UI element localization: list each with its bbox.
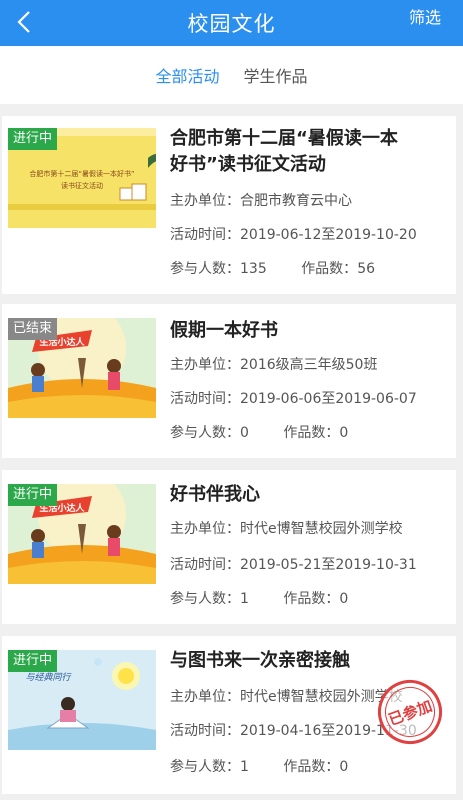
works-value: 56 (357, 261, 376, 277)
activity-title: 与图书来一次亲密接触 (170, 650, 350, 671)
thumb-caption-1: 合肥市第十二届“暑假读一本好书” (29, 169, 134, 178)
works-label: 作品数： (283, 759, 340, 775)
stats-row: 参与人数：1 作品数：0 (170, 588, 348, 608)
time-label: 活动时间： (170, 227, 240, 243)
host-row: 主办单位：2016级高三年级50班 (170, 354, 377, 374)
time-value: 2019-06-06至2019-06-07 (240, 391, 417, 407)
time-row: 活动时间：2019-06-12至2019-10-20 (170, 224, 417, 244)
stats-row: 参与人数：135 作品数：56 (170, 258, 375, 278)
participants-value: 135 (240, 261, 267, 277)
activity-card[interactable]: 生活小达人 已结束 假期一本好书 主办单位：2016级高三年级50班 活动时间：… (2, 304, 456, 458)
status-badge: 已结束 (8, 318, 58, 340)
activity-thumbnail: 生活小达人 已结束 (8, 318, 156, 418)
time-label: 活动时间： (170, 723, 240, 739)
activity-title: 假期一本好书 (170, 320, 278, 341)
filter-button[interactable]: 筛选 (409, 4, 441, 28)
chevron-left-icon (17, 11, 30, 33)
host-value: 时代e博智慧校园外测学校 (240, 521, 403, 537)
host-value: 合肥市教育云中心 (240, 193, 352, 209)
time-value: 2019-06-12至2019-10-20 (240, 227, 417, 243)
thumb-caption-1: 与经典同行 (25, 672, 72, 683)
host-value: 2016级高三年级50班 (240, 357, 378, 373)
back-button[interactable] (10, 7, 38, 37)
thumb-caption-2: 读书征文活动 (61, 181, 103, 190)
time-row: 活动时间：2019-05-21至2019-10-31 (170, 554, 417, 574)
status-badge: 进行中 (8, 128, 58, 150)
page-title: 校园文化 (187, 12, 276, 36)
works-value: 0 (339, 759, 349, 775)
participants-label: 参与人数： (170, 759, 240, 775)
tab-all-activities[interactable]: 全部活动 (155, 63, 219, 87)
activity-card[interactable]: 与经典同行 进行中 与图书来一次亲密接触 主办单位：时代e博智慧校园外测学校 活… (2, 636, 456, 794)
tab-bar: 全部活动 学生作品 (0, 46, 463, 104)
time-label: 活动时间： (170, 557, 240, 573)
host-label: 主办单位： (170, 521, 240, 537)
activity-thumbnail: 与经典同行 进行中 (8, 650, 156, 750)
stats-row: 参与人数：0 作品数：0 (170, 422, 348, 442)
status-badge: 进行中 (8, 484, 58, 506)
works-label: 作品数： (301, 261, 358, 277)
works-label: 作品数： (283, 425, 340, 441)
participants-label: 参与人数： (170, 261, 240, 277)
activity-title-line: 好书”读书征文活动 (170, 154, 326, 175)
activity-title: 好书伴我心 (170, 484, 260, 505)
joined-stamp: 已参加 (368, 670, 452, 754)
time-row: 活动时间：2019-06-06至2019-06-07 (170, 388, 417, 408)
participants-label: 参与人数： (170, 591, 240, 607)
participants-label: 参与人数： (170, 425, 240, 441)
status-badge: 进行中 (8, 650, 58, 672)
participants-value: 0 (240, 425, 249, 441)
activity-title-line: 合肥市第十二届“暑假读一本 (170, 128, 398, 149)
host-label: 主办单位： (170, 689, 240, 705)
host-row: 主办单位：合肥市教育云中心 (170, 190, 352, 210)
host-label: 主办单位： (170, 193, 240, 209)
activity-card[interactable]: 生活小达人 进行中 好书伴我心 主办单位：时代e博智慧校园外测学校 活动时间：2… (2, 470, 456, 624)
host-row: 主办单位：时代e博智慧校园外测学校 (170, 518, 403, 538)
app-header: 校园文化 筛选 (0, 0, 463, 46)
host-label: 主办单位： (170, 357, 240, 373)
activity-thumbnail: 合肥市第十二届“暑假读一本好书” 读书征文活动 进行中 (8, 128, 156, 228)
time-value: 2019-05-21至2019-10-31 (240, 557, 417, 573)
works-label: 作品数： (283, 591, 340, 607)
host-row: 主办单位：时代e博智慧校园外测学校 (170, 686, 403, 706)
works-value: 0 (339, 591, 349, 607)
works-value: 0 (339, 425, 349, 441)
stats-row: 参与人数：1 作品数：0 (170, 756, 348, 776)
participants-value: 1 (240, 759, 249, 775)
activity-card[interactable]: 合肥市第十二届“暑假读一本好书” 读书征文活动 进行中 合肥市第十二届“暑假读一… (2, 116, 456, 294)
tab-student-works[interactable]: 学生作品 (244, 63, 308, 87)
participants-value: 1 (240, 591, 249, 607)
time-label: 活动时间： (170, 391, 240, 407)
activity-thumbnail: 生活小达人 进行中 (8, 484, 156, 584)
activity-title: 合肥市第十二届“暑假读一本 好书”读书征文活动 (170, 126, 398, 178)
